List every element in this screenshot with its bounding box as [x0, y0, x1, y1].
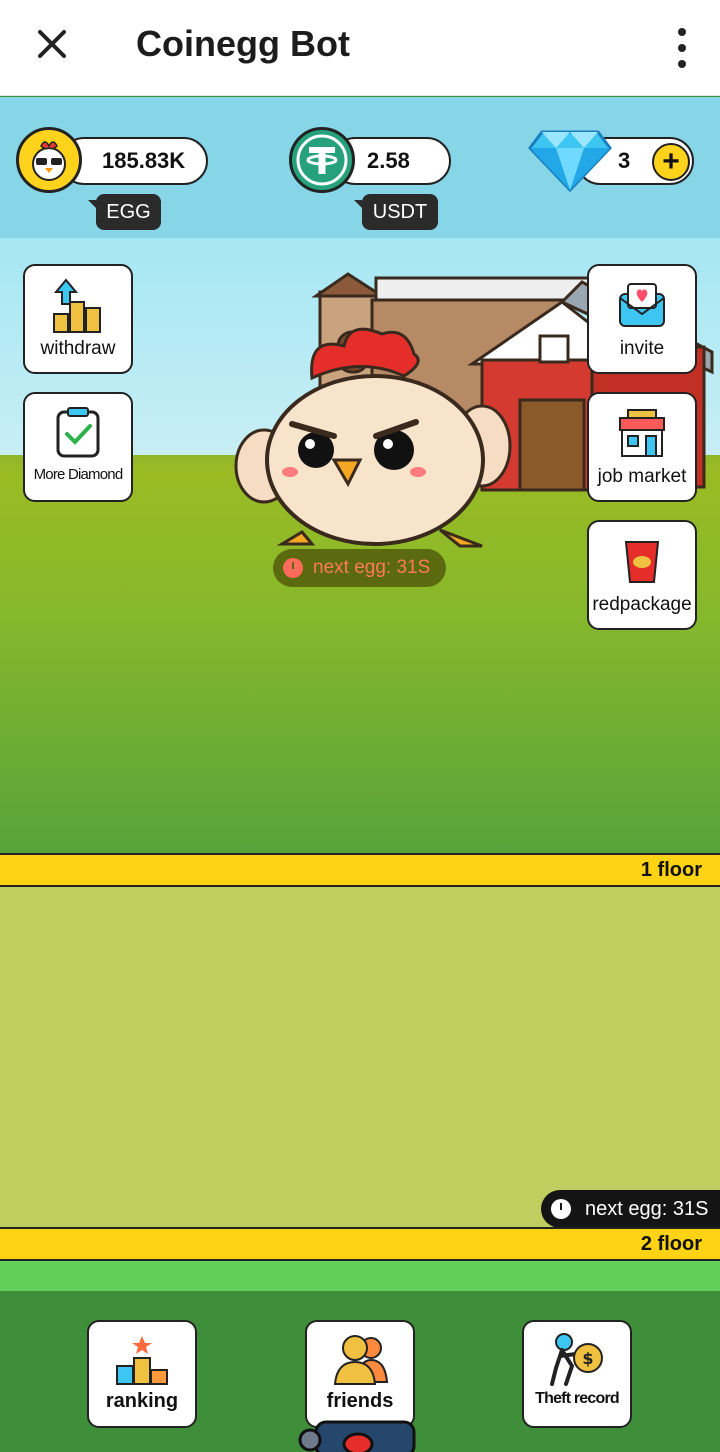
friends-button[interactable]: friends — [305, 1320, 415, 1428]
more-options-button[interactable] — [672, 24, 692, 72]
add-diamond-button[interactable]: + — [652, 143, 690, 181]
invite-label: invite — [619, 338, 665, 359]
more-diamond-button[interactable]: More Diamond — [23, 392, 133, 502]
red-package-icon — [624, 541, 660, 583]
floor-2-label: 2 floor — [640, 1233, 702, 1255]
friends-label: friends — [326, 1390, 394, 1412]
usdt-currency-label: USDT — [354, 194, 438, 230]
withdraw-label: withdraw — [40, 338, 116, 359]
clock-icon — [283, 558, 303, 578]
friends-icon — [333, 1335, 389, 1385]
app-header: Coinegg Bot — [0, 0, 720, 96]
shop-icon — [619, 409, 665, 457]
svg-text:$: $ — [582, 1349, 593, 1368]
withdraw-button[interactable]: withdraw — [23, 264, 133, 374]
clock-icon — [551, 1199, 571, 1219]
invite-button[interactable]: invite — [587, 264, 697, 374]
theft-record-button[interactable]: $ Theft record — [522, 1320, 632, 1428]
floor-1-next-egg-text: next egg: 31S — [585, 1197, 709, 1220]
thief-icon: $ — [550, 1333, 603, 1386]
egg-currency-label: EGG — [88, 194, 161, 230]
clipboard-check-icon — [56, 407, 100, 458]
chicken-coin-icon — [16, 127, 82, 193]
next-egg-timer: next egg: 31S — [273, 549, 446, 587]
redpackage-label: redpackage — [592, 594, 692, 615]
floor-1-bar: 1 floor — [0, 853, 720, 887]
floor-1-area — [0, 887, 720, 1227]
floor-2-bar: 2 floor — [0, 1227, 720, 1261]
floor-1-next-egg-timer: next egg: 31S — [541, 1190, 720, 1228]
withdraw-coins-icon — [53, 278, 101, 333]
job-market-button[interactable]: job market — [587, 392, 697, 502]
podium-icon — [116, 1336, 168, 1385]
diamond-icon — [528, 130, 612, 192]
theft-record-label: Theft record — [535, 1390, 620, 1407]
next-egg-timer-text: next egg: 31S — [313, 557, 431, 578]
close-icon — [38, 30, 66, 58]
floor-1-label: 1 floor — [640, 859, 702, 881]
tether-icon — [289, 127, 355, 193]
floor-2-lane — [0, 1261, 720, 1291]
ranking-button[interactable]: ranking — [87, 1320, 197, 1428]
chicken-character — [234, 327, 512, 548]
egg-balance-value: 185.83K — [102, 148, 186, 173]
page-title: Coinegg Bot — [136, 23, 350, 64]
ranking-label: ranking — [105, 1390, 179, 1412]
close-button[interactable] — [28, 22, 76, 70]
character-peek — [298, 1420, 416, 1452]
redpackage-button[interactable]: redpackage — [587, 520, 697, 630]
job-market-label: job market — [597, 466, 687, 487]
more-diamond-label: More Diamond — [33, 466, 124, 483]
invite-envelope-icon — [619, 283, 665, 327]
diamond-balance-value: 3 — [618, 148, 631, 173]
more-vertical-icon — [678, 28, 686, 36]
usdt-balance-value: 2.58 — [367, 148, 410, 173]
egg-balance-pill: 185.83K — [60, 137, 208, 185]
